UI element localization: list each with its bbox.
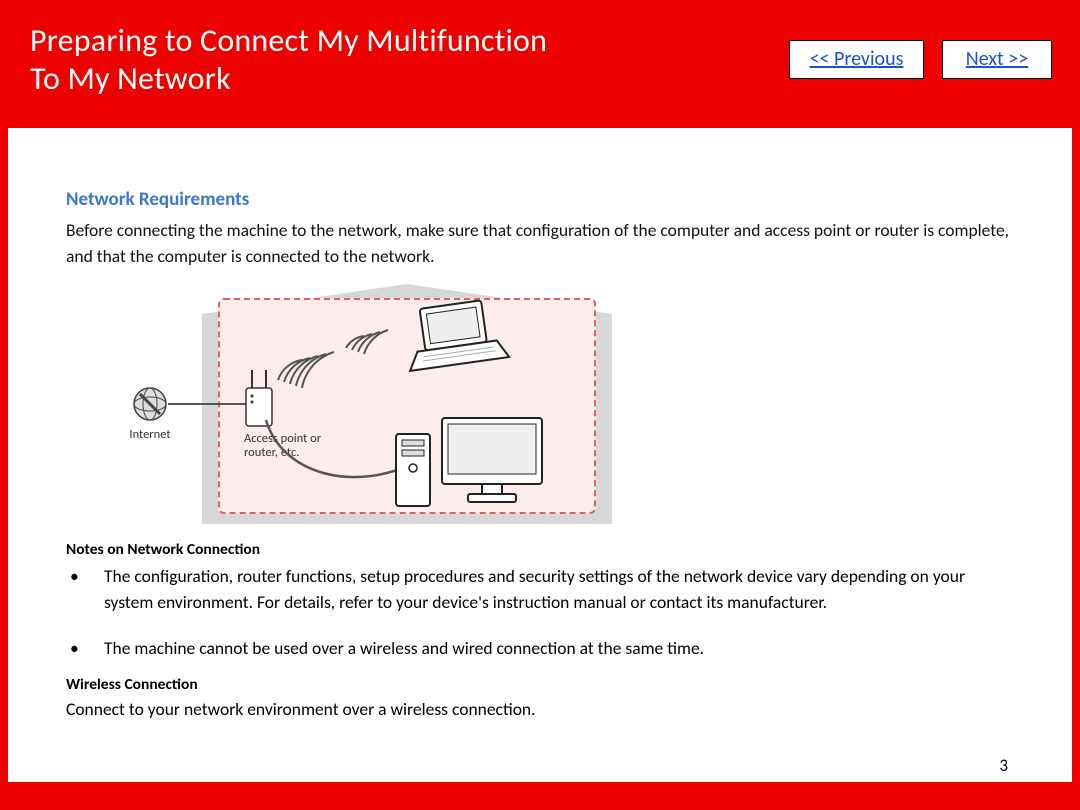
title-line-1: Preparing to Connect My Multifunction [30,21,547,60]
content-area: Network Requirements Before connecting t… [8,128,1072,782]
wireless-heading: Wireless Connection [66,675,1014,694]
wireless-waves-icon [272,320,422,410]
intro-paragraph: Before connecting the machine to the net… [66,217,1014,270]
note-text: The configuration, router functions, set… [104,563,1014,616]
nav-buttons: << Previous Next >> [789,40,1052,79]
section-heading: Network Requirements [66,188,1014,211]
note-text: The machine cannot be used over a wirele… [104,635,1014,661]
title-line-2: To My Network [30,59,231,98]
previous-button[interactable]: << Previous [789,40,924,79]
list-item: • The configuration, router functions, s… [66,563,1014,616]
notes-heading: Notes on Network Connection [66,540,1014,559]
next-button[interactable]: Next >> [942,40,1052,79]
laptop-icon [402,298,512,378]
notes-list: • The configuration, router functions, s… [66,563,1014,662]
wireless-text: Connect to your network environment over… [66,696,1014,722]
header-bar: Preparing to Connect My Multifunction To… [0,0,1080,128]
list-item: • The machine cannot be used over a wire… [66,635,1014,661]
internet-label: Internet [122,428,178,442]
bullet-icon: • [66,563,104,616]
page-number: 3 [999,755,1008,776]
network-diagram: Internet Access point or router, etc. [132,284,612,524]
desktop-pc-icon [390,408,560,518]
bullet-icon: • [66,635,104,661]
slide-page: Preparing to Connect My Multifunction To… [0,0,1080,810]
